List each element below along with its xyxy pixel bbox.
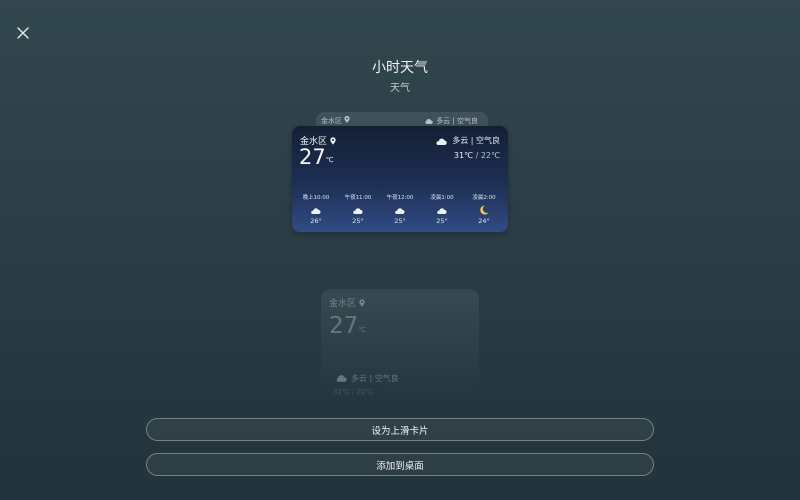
cloudy-icon — [425, 118, 433, 124]
partly-cloudy-night-icon — [311, 206, 321, 214]
low-temperature: 22℃ — [480, 151, 500, 160]
current-temperature: 27℃ — [299, 145, 334, 169]
back-location-label: 金水区 — [321, 117, 342, 125]
add-to-desktop-button[interactable]: 添加到桌面 — [146, 453, 654, 476]
hour-time: 凌晨2:00 — [472, 195, 496, 201]
high-low-separator: / — [473, 151, 481, 160]
hourly-weather-widget[interactable]: 金水区 27℃ 多云 | 空气良 31℃ / 22℃ 晚上10:00 26° 午… — [292, 126, 508, 232]
hourly-item: 午夜12:00 25° — [380, 193, 420, 225]
cloudy-icon — [336, 375, 347, 382]
back-condition: 多云 | 空气良 — [424, 116, 478, 126]
hour-time: 午夜11:00 — [344, 195, 372, 201]
hour-time: 凌晨1:00 — [430, 195, 454, 201]
hourly-forecast: 晚上10:00 26° 午夜11:00 25° 午夜12:00 25° 凌晨1:… — [292, 193, 508, 225]
hourly-item: 晚上10:00 26° — [296, 193, 336, 225]
close-icon[interactable] — [14, 24, 32, 42]
weather-condition-label: 多云 | 空气良 — [452, 136, 500, 145]
partly-cloudy-night-icon — [353, 206, 363, 214]
ghost-location-label: 金水区 — [329, 299, 357, 309]
hour-time: 晚上10:00 — [302, 195, 330, 201]
ghost-temperature-value: 27 — [329, 313, 359, 339]
high-temperature: 31℃ — [453, 151, 474, 160]
partly-cloudy-night-icon — [395, 206, 405, 214]
page-subtitle: 天气 — [390, 83, 410, 94]
partly-cloudy-night-icon — [437, 206, 447, 214]
ghost-location: 金水区 — [329, 296, 365, 309]
set-swipe-up-card-button[interactable]: 设为上滑卡片 — [146, 418, 654, 441]
hourly-item: 午夜11:00 25° — [338, 193, 378, 225]
moon-icon — [480, 205, 489, 215]
ghost-condition-label: 多云 | 空气良 — [351, 374, 399, 383]
back-condition-label: 多云 | 空气良 — [436, 117, 478, 125]
hour-temperature: 24° — [478, 217, 490, 225]
page-title: 小时天气 — [372, 60, 428, 76]
hour-time: 午夜12:00 — [386, 195, 414, 201]
ghost-temperature: 27℃ — [329, 313, 366, 339]
current-temperature-value: 27 — [299, 145, 326, 169]
temperature-unit: ℃ — [325, 156, 334, 164]
hourly-item: 凌晨1:00 25° — [422, 193, 462, 225]
widget-preview-ghost: 金水区 27℃ 多云 | 空气良 31℃ / 22℃ — [321, 289, 479, 401]
hourly-item: 凌晨2:00 24° — [464, 193, 504, 225]
hour-temperature: 26° — [310, 217, 322, 225]
weather-condition: 多云 | 空气良 — [435, 135, 500, 146]
back-location: 金水区 — [321, 116, 350, 126]
ghost-temperature-unit: ℃ — [358, 326, 367, 334]
location-pin-icon — [330, 136, 336, 145]
ghost-high-low: 31℃ / 22℃ — [333, 388, 374, 396]
location-pin-icon — [359, 298, 365, 307]
hour-temperature: 25° — [436, 217, 448, 225]
partly-cloudy-night-icon — [436, 136, 447, 145]
ghost-condition: 多云 | 空气良 — [335, 373, 399, 384]
location-pin-icon — [344, 116, 350, 123]
high-low-temperature: 31℃ / 22℃ — [454, 151, 500, 160]
hour-temperature: 25° — [352, 217, 364, 225]
hour-temperature: 25° — [394, 217, 406, 225]
